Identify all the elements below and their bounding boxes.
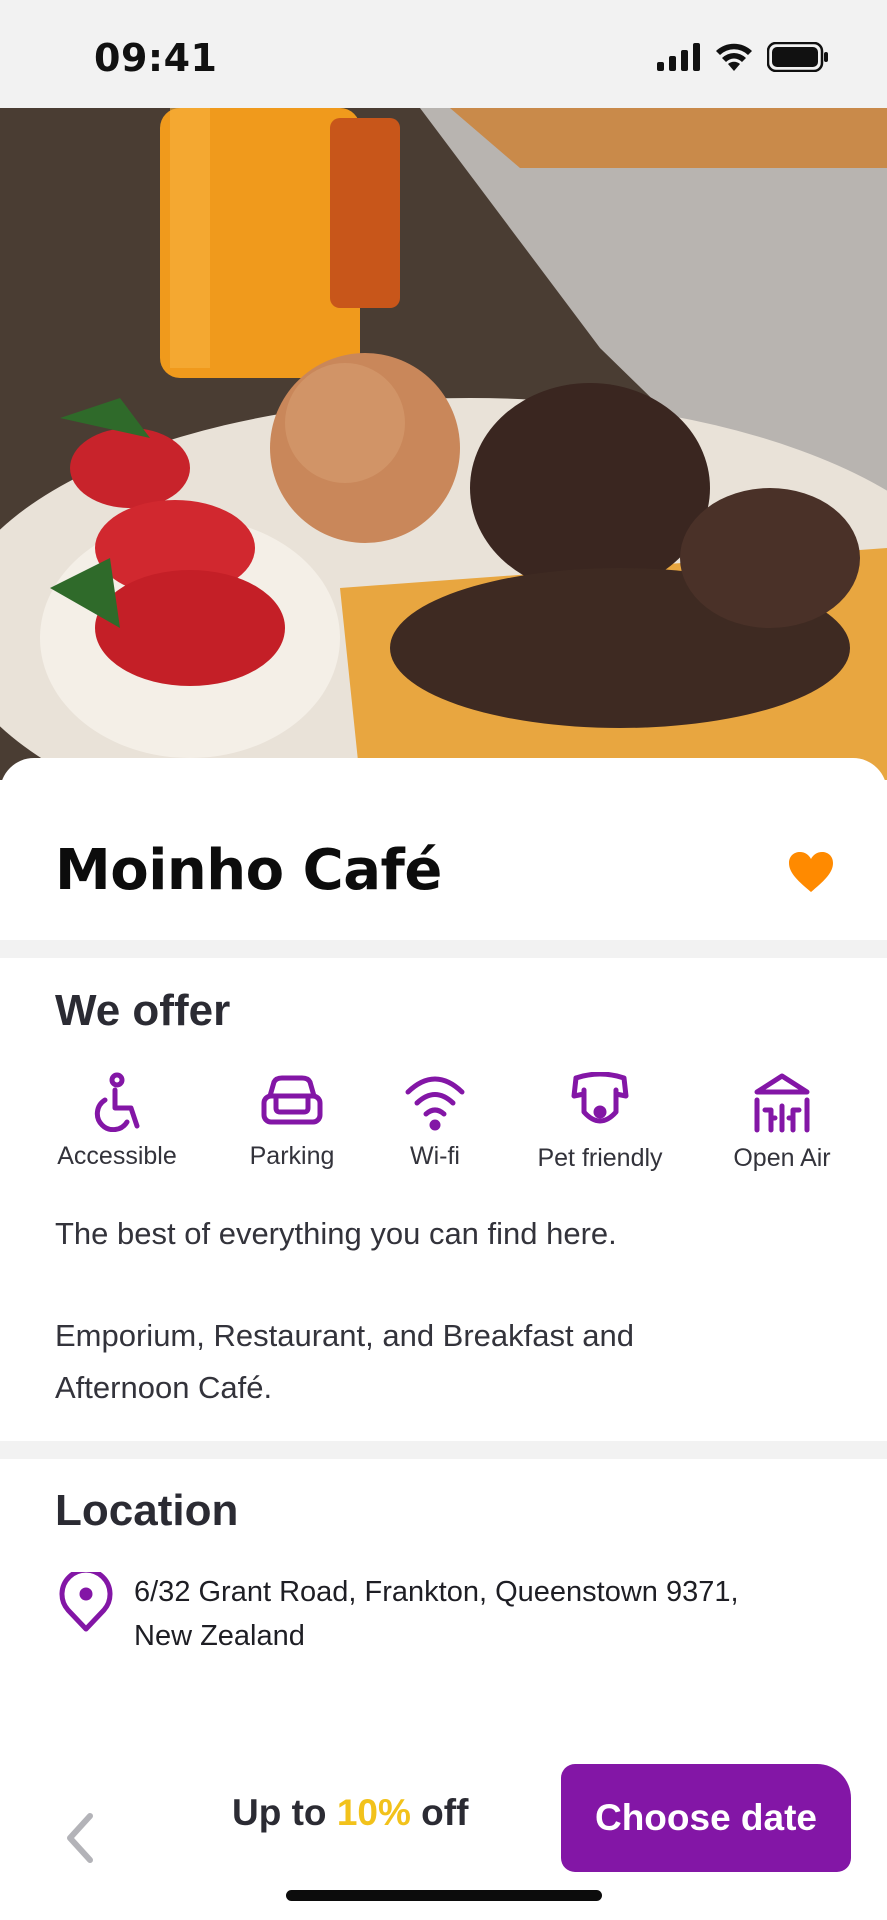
address-line: New Zealand <box>134 1620 305 1652</box>
offer-description-line: Emporium, Restaurant, and Breakfast and <box>55 1318 634 1353</box>
wifi-status-icon <box>716 43 752 71</box>
status-time: 09:41 <box>94 36 218 80</box>
food-photo-illustration <box>0 108 887 780</box>
amenity-label: Parking <box>249 1142 335 1170</box>
section-divider <box>0 1441 887 1459</box>
car-icon <box>261 1075 323 1125</box>
home-indicator[interactable] <box>286 1890 602 1901</box>
location-section-title: Location <box>55 1486 239 1535</box>
amenity-open-air: Open Air <box>732 1072 832 1173</box>
amenity-label: Wi-fi <box>410 1142 460 1170</box>
back-chevron-icon[interactable] <box>60 1808 100 1868</box>
offer-description-line: Afternoon Café. <box>55 1370 273 1405</box>
status-icons <box>657 42 829 72</box>
hero-photo[interactable] <box>0 108 887 780</box>
amenity-wifi: Wi-fi <box>405 1072 465 1171</box>
favorite-heart-icon[interactable] <box>788 851 834 893</box>
wifi-icon <box>405 1076 465 1131</box>
amenity-label: Open Air <box>733 1144 831 1172</box>
amenity-accessible: Accessible <box>55 1072 179 1171</box>
address-line: 6/32 Grant Road, Frankton, Queenstown 93… <box>134 1576 739 1608</box>
amenity-pet-friendly: Pet friendly <box>534 1072 666 1173</box>
discount-prefix: Up to <box>232 1792 337 1833</box>
battery-icon <box>767 42 828 72</box>
offer-section-title: We offer <box>55 986 231 1035</box>
location-pin-icon <box>59 1572 113 1632</box>
amenity-parking: Parking <box>242 1072 342 1171</box>
discount-text: Up to 10% off <box>232 1792 468 1834</box>
tent-icon <box>754 1073 810 1133</box>
section-divider <box>0 940 887 958</box>
venue-title: Moinho Café <box>55 838 442 903</box>
venue-header: Moinho Café <box>0 758 887 940</box>
discount-suffix: off <box>410 1792 469 1833</box>
status-bar: 09:41 <box>0 0 887 108</box>
amenity-label: Pet friendly <box>537 1144 663 1172</box>
dog-icon <box>571 1072 629 1124</box>
discount-percentage: 10% <box>336 1792 411 1833</box>
accessible-icon <box>94 1072 140 1132</box>
address: 6/32 Grant Road, Frankton, Queenstown 93… <box>134 1570 739 1658</box>
choose-date-button[interactable]: Choose date <box>561 1764 851 1872</box>
cellular-signal-icon <box>657 43 700 71</box>
amenity-label: Accessible <box>57 1142 177 1170</box>
offer-description: The best of everything you can find here… <box>55 1216 617 1251</box>
